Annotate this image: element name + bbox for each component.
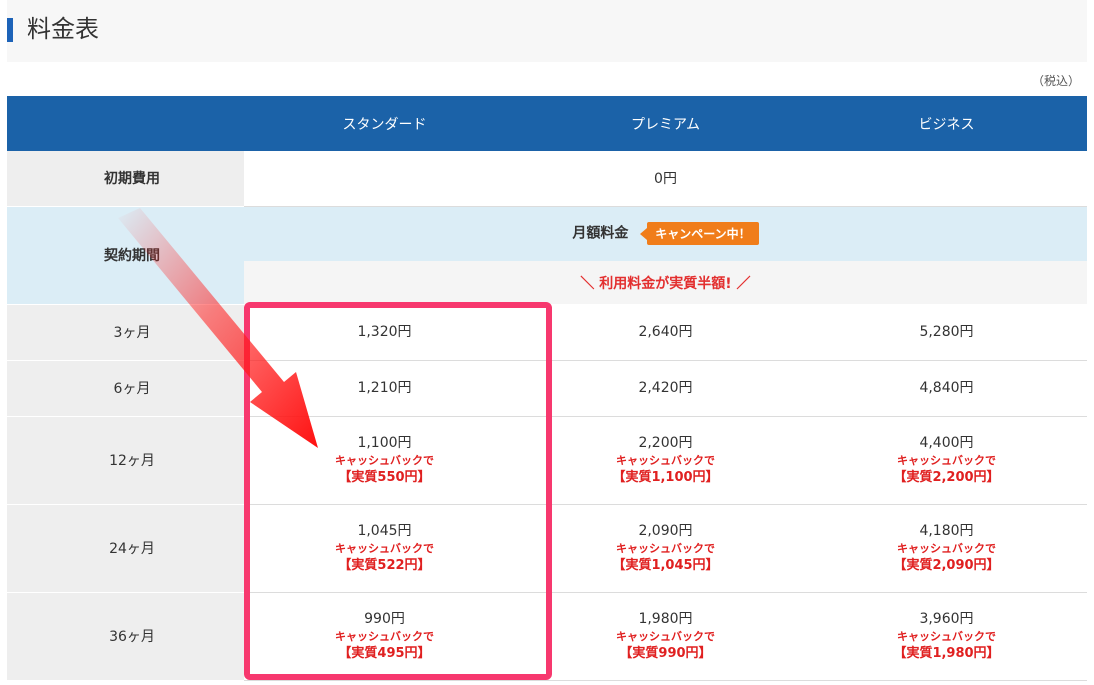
title-accent-bar	[7, 18, 13, 42]
period-label: 24ヶ月	[7, 504, 244, 593]
price-value: 5,280円	[919, 323, 974, 340]
title-bar: 料金表	[7, 0, 1087, 62]
effective-price: 【実質1,980円】	[893, 646, 1000, 661]
cashback-note: キャッシュバックで	[897, 454, 996, 467]
price-value: 2,090円	[638, 523, 693, 539]
contract-period-label: 契約期間	[7, 206, 244, 305]
effective-price: 【実質990円】	[619, 646, 712, 661]
price-value: 2,200円	[638, 435, 693, 451]
monthly-fee-cell: 月額料金 キャンペーン中！	[244, 206, 1087, 261]
effective-price: 【実質1,045円】	[612, 558, 719, 573]
header-premium: プレミアム	[525, 96, 806, 151]
cashback-note: キャッシュバックで	[897, 542, 996, 555]
initial-fee-value: 0円	[244, 151, 1087, 207]
price-cell: 2,640円	[525, 304, 806, 361]
price-value: 3,960円	[919, 611, 974, 627]
price-cell: 5,280円	[806, 304, 1087, 361]
period-label: 6ヶ月	[7, 360, 244, 417]
price-cell: 2,200円 キャッシュバックで 【実質1,100円】	[525, 416, 806, 505]
pricing-page: 料金表 （税込） スタンダード プレミアム ビジネス 初期費用 0円 契約期間 …	[0, 0, 1094, 685]
period-label: 12ヶ月	[7, 416, 244, 505]
price-value: 4,400円	[919, 435, 974, 451]
price-value: 2,640円	[638, 323, 693, 340]
header-corner	[7, 96, 244, 151]
cashback-note: キャッシュバックで	[616, 454, 715, 467]
table-header-row: スタンダード プレミアム ビジネス	[7, 96, 1087, 151]
price-cell: 4,840円	[806, 360, 1087, 417]
price-value: 4,840円	[919, 380, 974, 396]
campaign-badge: キャンペーン中！	[640, 222, 759, 246]
price-cell: 3,960円 キャッシュバックで 【実質1,980円】	[806, 592, 1087, 681]
cashback-note: キャッシュバックで	[616, 542, 715, 555]
initial-fee-row: 初期費用 0円	[7, 151, 1087, 207]
cashback-note: キャッシュバックで	[616, 630, 715, 643]
price-value: 2,420円	[638, 380, 693, 396]
header-standard: スタンダード	[244, 96, 525, 151]
header-business: ビジネス	[806, 96, 1087, 151]
effective-price: 【実質2,090円】	[893, 558, 1000, 573]
price-value: 1,980円	[638, 611, 693, 627]
price-cell: 1,980円 キャッシュバックで 【実質990円】	[525, 592, 806, 681]
price-value: 4,180円	[919, 523, 974, 539]
tax-note: （税込）	[1031, 74, 1080, 88]
period-label: 36ヶ月	[7, 592, 244, 681]
effective-price: 【実質2,200円】	[893, 470, 1000, 485]
initial-fee-label: 初期費用	[7, 151, 244, 207]
monthly-fee-label: 月額料金	[572, 225, 629, 242]
period-label: 3ヶ月	[7, 304, 244, 361]
page-title: 料金表	[27, 15, 99, 43]
cashback-note: キャッシュバックで	[897, 630, 996, 643]
price-cell: 2,090円 キャッシュバックで 【実質1,045円】	[525, 504, 806, 593]
price-cell: 4,180円 キャッシュバックで 【実質2,090円】	[806, 504, 1087, 593]
half-price-line: ＼ 利用料金が実質半額! ／	[244, 261, 1087, 304]
price-cell: 2,420円	[525, 360, 806, 417]
standard-column-highlight	[244, 302, 552, 680]
effective-price: 【実質1,100円】	[612, 470, 719, 485]
monthly-fee-row: 契約期間 月額料金 キャンペーン中！	[7, 206, 1087, 305]
price-cell: 4,400円 キャッシュバックで 【実質2,200円】	[806, 416, 1087, 505]
